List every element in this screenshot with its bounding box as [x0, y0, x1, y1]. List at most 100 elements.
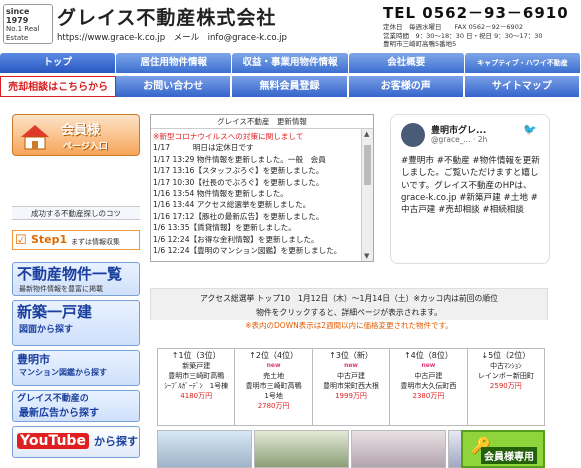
property-rank: ↑3位（新）	[329, 351, 373, 360]
scroll-thumb[interactable]	[364, 145, 371, 185]
youtube-banner[interactable]: YouTube から探す	[12, 426, 140, 458]
site-header: since 1979 No.1 Real Estate グレイス不動産株式会社 …	[0, 0, 581, 52]
news-item[interactable]: 1/17 13:29 物件情報を更新しました。一般 会員	[153, 154, 361, 165]
new-badge: new	[344, 362, 358, 369]
property-list-banner[interactable]: 不動産物件一覧 最新物件情報を豊富に掲載	[12, 262, 140, 296]
news-item[interactable]: ※新型コロナウイルスへの対策に関しまして	[153, 131, 361, 142]
nav-sitemap[interactable]: サイトマップ	[464, 76, 581, 97]
news-item[interactable]: 1/16 13:44 アクセス総選挙を更新しました。	[153, 199, 361, 210]
info-line-1: 定休日 毎週水曜日 FAX 0562－92－6902	[383, 23, 523, 31]
property-type: 新築戸建	[182, 362, 211, 370]
nav-sell-consult[interactable]: 売却相談はこちらから	[0, 76, 117, 97]
property-type: 中古ﾏﾝｼｮﾝ	[490, 362, 522, 370]
news-list[interactable]: ※新型コロナウイルスへの対策に関しまして 1/17 明日は定休日です 1/17 13…	[151, 129, 361, 261]
main-nav: トップ 居住用物件情報 収益・事業用物件情報 会社概要 キャプティブ・ハワイ不動…	[0, 53, 581, 73]
property-photo[interactable]	[254, 430, 349, 468]
property-price: 2590万円	[489, 382, 522, 390]
news-item[interactable]: 1/6 12:24【豊明のマンション図鑑】を更新しました。	[153, 245, 361, 256]
avatar[interactable]	[401, 123, 425, 147]
nav-company[interactable]: 会社概要	[348, 53, 465, 73]
property-photo[interactable]	[351, 430, 446, 468]
property-address: 豊明市栄町西大根	[323, 382, 380, 390]
property-cell[interactable]: ↑4位（8位） new 中古戸建 豊明市大久伝町西 2380万円	[390, 349, 468, 425]
logo-year: since 1979	[6, 7, 30, 25]
news-item[interactable]: 1/17 10:30【社長のでぶろぐ】を更新しました。	[153, 177, 361, 188]
property-type: 中古戸建	[414, 372, 443, 380]
step1-sub: まずは情報収集	[71, 238, 120, 246]
checkbox-icon: ☑	[15, 233, 27, 248]
twitter-embed[interactable]: 豊明市グレ... @grace_... · 2h 🐦 #豊明市 #不動産 #物件…	[390, 114, 550, 264]
news-item[interactable]: 1/17 13:16【スタッフぶろぐ】を更新しました。	[153, 165, 361, 176]
tips-heading: 成功する不動産探しのコツ	[12, 206, 140, 220]
news-item[interactable]: 1/17 明日は定休日です	[153, 142, 361, 153]
new-house-banner[interactable]: 新築一戸建 図面から探す	[12, 300, 140, 346]
banner-title: 新築一戸建	[17, 303, 93, 321]
property-type: 中古戸建	[337, 372, 366, 380]
news-item[interactable]: 1/6 13:35【賃貸情報】を更新しました。	[153, 222, 361, 233]
property-cell[interactable]: ↑3位（新） new 中古戸建豊明市栄町西大根 1999万円	[313, 349, 391, 425]
logo-tagline: No.1 Real Estate	[6, 25, 40, 42]
sub-nav: 売却相談はこちらから お問い合わせ 無料会員登録 お客様の声 サイトマップ	[0, 76, 581, 97]
property-address: 豊明市三崎町高鴨	[168, 372, 225, 380]
house-icon	[21, 125, 49, 150]
mansion-banner[interactable]: 豊明市 マンション図鑑から探す	[12, 350, 140, 386]
news-scrollbar[interactable]: ▲ ▼	[361, 129, 373, 261]
property-price: 2780万円	[257, 402, 290, 410]
news-panel: グレイス不動産 更新情報 ※新型コロナウイルスへの対策に関しまして 1/17 明日…	[150, 114, 374, 262]
property-rank: ↑2位（4位）	[249, 351, 299, 360]
property-address: レインボー新田町	[477, 372, 534, 380]
news-item[interactable]: 1/6 12:24【お得な金利情報】を更新しました。	[153, 234, 361, 245]
property-address: 豊明市大久伝町西	[400, 382, 457, 390]
nav-customer-voice[interactable]: お客様の声	[348, 76, 465, 97]
tweet-text: #豊明市 #不動産 #物件情報を更新しました。ご覧いただけますと嬉しいです。グレ…	[401, 156, 540, 216]
news-item[interactable]: 1/16 13:54 物件情報を更新しました。	[153, 188, 361, 199]
banner-sub: 最新広告から探す	[19, 408, 99, 419]
property-rank: ↑1位（3位）	[171, 351, 221, 360]
member-sub: ページ入口	[63, 142, 108, 152]
news-heading: グレイス不動産 更新情報	[151, 115, 373, 129]
youtube-logo: YouTube	[17, 433, 89, 449]
property-name: ｼｰﾌﾞﾙｶﾞｰﾃﾞﾝ 1号棟	[164, 382, 229, 390]
property-price: 1999万円	[335, 392, 367, 400]
property-cell[interactable]: ↓5位（2位） 中古ﾏﾝｼｮﾝ レインボー新田町 2590万円	[468, 349, 544, 425]
nav-contact[interactable]: お問い合わせ	[116, 76, 233, 97]
new-badge: new	[266, 362, 281, 369]
banner-sub: から探す	[94, 435, 139, 448]
member-only-label: 会員様専用	[481, 447, 537, 464]
member-title: 会員様	[61, 123, 101, 138]
property-photo[interactable]	[157, 430, 252, 468]
company-logo[interactable]: since 1979 No.1 Real Estate	[3, 4, 53, 44]
url-email-line: https://www.grace-k.co.jp メール info@grace…	[57, 33, 287, 43]
banner-sub: マンション図鑑から探す	[19, 368, 107, 377]
property-cell[interactable]: ↑2位（4位） new 売土地 豊明市三崎町高鴨 1号地 2780万円	[235, 349, 313, 425]
nav-top[interactable]: トップ	[0, 53, 117, 73]
nav-residential[interactable]: 居住用物件情報	[116, 53, 233, 73]
banner-title: グレイス不動産の	[17, 394, 89, 404]
property-rank-table: ↑1位（3位） 新築戸建豊明市三崎町高鴨 ｼｰﾌﾞﾙｶﾞｰﾃﾞﾝ 1号棟 4180万円…	[157, 348, 545, 426]
nav-hawaii[interactable]: キャプティブ・ハワイ不動産	[464, 53, 581, 73]
ranking-title: アクセス総選挙 トップ10 1月12日（木）～1月14日（土）※カッコ内は前回の…	[200, 294, 498, 303]
property-price: 2380万円	[412, 392, 445, 400]
business-info: 定休日 毎週水曜日 FAX 0562－92－6902 営業時間 9：30～18：…	[383, 23, 578, 49]
nav-free-register[interactable]: 無料会員登録	[232, 76, 349, 97]
tweet-handle: @grace_... · 2h	[431, 135, 488, 144]
latest-ad-banner[interactable]: グレイス不動産の 最新広告から探す	[12, 390, 140, 422]
down-note: ※表内のDOWN表示は2週間以内に価格変更された物件です。	[150, 320, 548, 331]
info-line-2: 営業時間 9：30～18：30 日・祝日 9：30～17：30	[383, 31, 543, 40]
member-entry-banner[interactable]: 会員様 ページ入口	[12, 114, 140, 156]
property-price: 4180万円	[180, 392, 213, 400]
property-cell[interactable]: ↑1位（3位） 新築戸建豊明市三崎町高鴨 ｼｰﾌﾞﾙｶﾞｰﾃﾞﾝ 1号棟 4180万円	[158, 349, 236, 425]
news-item[interactable]: 1/16 17:12【豚社の最新広告】を更新しました。	[153, 211, 361, 222]
member-only-button[interactable]: 🔑 会員様専用	[461, 430, 545, 468]
step1-banner[interactable]: ☑ Step1 まずは情報収集	[12, 230, 140, 250]
scroll-up-icon[interactable]: ▲	[364, 130, 369, 138]
new-badge: new	[421, 362, 436, 369]
scroll-down-icon[interactable]: ▼	[364, 252, 369, 260]
banner-sub: 最新物件情報を豊富に掲載	[19, 285, 103, 293]
nav-commercial[interactable]: 収益・事業用物件情報	[232, 53, 349, 73]
banner-sub: 図面から探す	[19, 325, 74, 335]
property-rank: ↓5位（2位）	[481, 351, 531, 360]
property-name: 1号地	[264, 392, 283, 400]
company-name[interactable]: グレイス不動産株式会社	[57, 3, 276, 30]
property-type: 売土地	[263, 372, 285, 380]
